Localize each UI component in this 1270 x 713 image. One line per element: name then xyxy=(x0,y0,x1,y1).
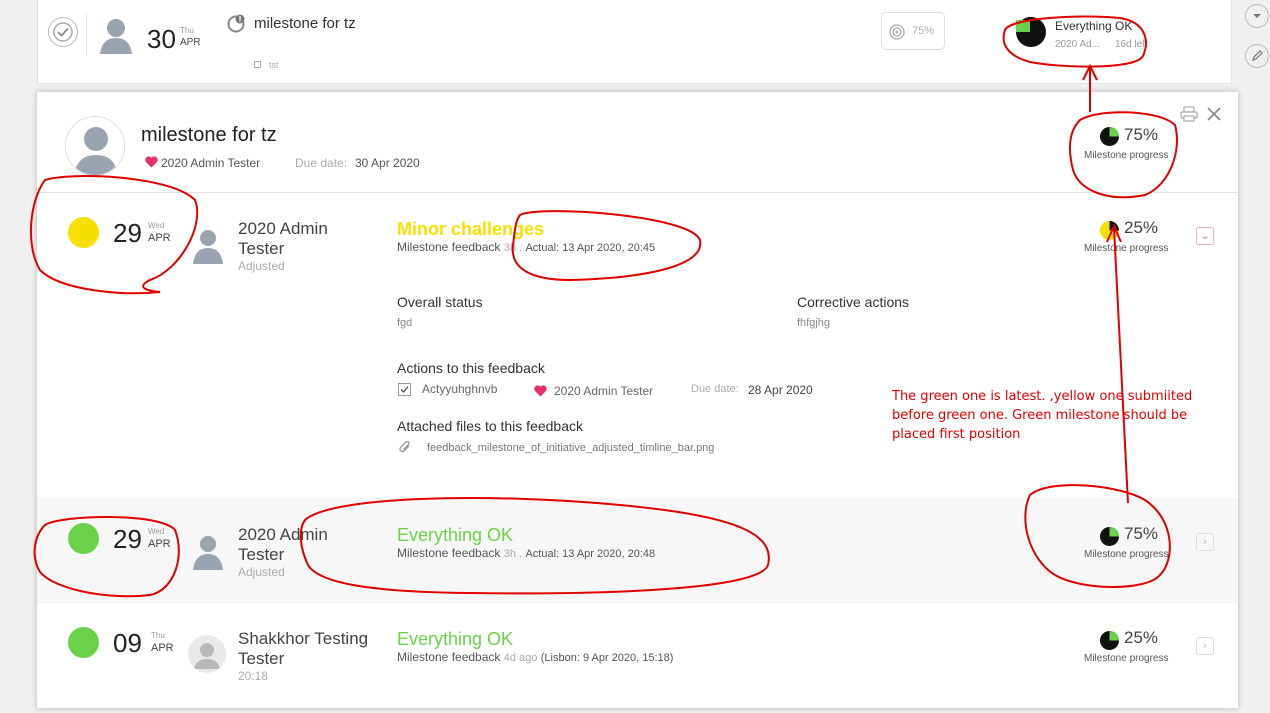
heart-icon xyxy=(145,155,158,173)
feedback-progress-label: Milestone progress xyxy=(1084,549,1169,560)
status-dot xyxy=(68,217,99,248)
row-status: Everything OK xyxy=(1055,19,1133,33)
feedback-author: 2020 Admin Tester xyxy=(238,525,328,564)
due-label: Due date: xyxy=(295,156,348,170)
corrective-actions-label: Corrective actions xyxy=(797,294,910,310)
target-icon xyxy=(889,24,905,45)
feedback-type: Milestone feedback xyxy=(397,650,501,664)
feedback-type: Milestone feedback xyxy=(397,240,501,254)
percent-value: 75% xyxy=(912,25,935,37)
action-name[interactable]: Actyyuhghnvb xyxy=(422,382,497,396)
subtask-label: tst xyxy=(269,60,279,70)
feedback-progress-label: Milestone progress xyxy=(1084,653,1169,664)
divider xyxy=(37,602,1238,603)
row-weekday: Thu xyxy=(180,26,194,35)
chevron-right-icon[interactable]: › xyxy=(1196,637,1214,655)
annotation-note: The green one is latest. ,yellow one sub… xyxy=(892,389,1193,442)
progress-pie-icon xyxy=(1099,126,1120,152)
panel-progress-value: 75% xyxy=(1124,125,1159,144)
close-icon[interactable] xyxy=(1206,106,1222,127)
row-owner: 2020 Ad... xyxy=(1055,39,1101,50)
status-pie-icon xyxy=(1015,16,1047,53)
feedback-type: Milestone feedback xyxy=(397,546,501,560)
avatar xyxy=(192,532,224,570)
feedback-month: APR xyxy=(148,538,171,550)
feedback-ago: 3h . xyxy=(503,548,523,560)
feedback-author: Shakkhor Testing Tester xyxy=(238,629,369,668)
feedback-role: 20:18 xyxy=(238,669,269,683)
feedback-meta: Milestone feedback 3h . Actual: 13 Apr 2… xyxy=(397,240,655,254)
alert-clock-icon xyxy=(226,14,246,39)
action-due-value: 28 Apr 2020 xyxy=(748,383,813,397)
percent-box: 75% xyxy=(881,12,945,50)
feedback-ago: 4d ago xyxy=(503,652,538,664)
chevron-down-icon[interactable] xyxy=(1245,4,1269,28)
row-title[interactable]: milestone for tz xyxy=(254,15,356,32)
feedback-author: 2020 Admin Tester xyxy=(238,219,328,258)
feedback-role: Adjusted xyxy=(238,259,285,273)
check-circle-icon[interactable] xyxy=(48,17,78,47)
feedback-month: APR xyxy=(148,232,171,244)
feedback-progress: 25% xyxy=(1124,218,1159,237)
attached-file-link[interactable]: feedback_milestone_of_initiative_adjuste… xyxy=(427,442,714,454)
subtask-checkbox[interactable] xyxy=(254,61,261,68)
feedback-status: Everything OK xyxy=(397,525,514,545)
feedback-meta: Milestone feedback 4d ago (Lisbon: 9 Apr… xyxy=(397,650,673,664)
feedback-day: 09 xyxy=(113,628,142,658)
paperclip-icon xyxy=(398,440,412,459)
heart-icon xyxy=(534,384,547,402)
row-month: APR xyxy=(180,37,201,48)
row-days-left: 16d left xyxy=(1115,39,1148,50)
due-value: 30 Apr 2020 xyxy=(355,156,420,170)
feedback-status: Everything OK xyxy=(397,629,514,649)
feedback-weekday: Wed xyxy=(148,527,165,536)
feedback-weekday: Thu xyxy=(151,631,165,640)
avatar xyxy=(65,116,125,176)
action-owner: 2020 Admin Tester xyxy=(554,384,654,398)
attached-files-label: Attached files to this feedback xyxy=(397,418,583,434)
panel-progress-label: Milestone progress xyxy=(1084,150,1169,161)
corrective-actions-value: fhfgjhg xyxy=(797,317,831,329)
feedback-day: 29 xyxy=(113,524,142,554)
print-icon[interactable] xyxy=(1180,106,1198,127)
overall-status-value: fgd xyxy=(397,317,413,329)
feedback-status: Minor challenges xyxy=(397,219,545,239)
feedback-role: Adjusted xyxy=(238,565,285,579)
panel-owner: 2020 Admin Tester xyxy=(161,156,261,170)
divider xyxy=(37,192,1238,193)
feedback-month: APR xyxy=(151,642,174,654)
status-dot xyxy=(68,627,99,658)
feedback-weekday: Wed xyxy=(148,221,165,230)
feedback-progress: 75% xyxy=(1124,524,1159,543)
feedback-day: 29 xyxy=(113,218,142,248)
status-dot xyxy=(68,523,99,554)
row-day: 30 xyxy=(147,24,176,54)
avatar xyxy=(192,226,224,264)
page-title: milestone for tz xyxy=(141,124,277,146)
pencil-icon[interactable] xyxy=(1245,44,1269,68)
feedback-meta: Milestone feedback 3h . Actual: 13 Apr 2… xyxy=(397,546,655,560)
feedback-actual: Actual: 13 Apr 2020, 20:48 xyxy=(525,548,656,560)
action-due-label: Due date: xyxy=(691,383,739,395)
feedback-progress: 25% xyxy=(1124,628,1159,647)
overall-status-label: Overall status xyxy=(397,294,483,310)
feedback-actual: Actual: 13 Apr 2020, 20:45 xyxy=(525,242,656,254)
actions-label: Actions to this feedback xyxy=(397,360,545,376)
chevron-down-icon[interactable]: ⌄ xyxy=(1196,227,1214,245)
feedback-ago: 3h . xyxy=(503,242,523,254)
feedback-actual: (Lisbon: 9 Apr 2020, 15:18) xyxy=(540,652,674,664)
feedback-progress-label: Milestone progress xyxy=(1084,243,1169,254)
avatar xyxy=(98,14,134,54)
avatar xyxy=(188,635,226,673)
checkbox-icon[interactable] xyxy=(398,383,411,401)
divider xyxy=(86,12,87,56)
chevron-right-icon[interactable]: › xyxy=(1196,533,1214,551)
milestone-row[interactable]: 30 Thu APR milestone for tz tst 75% Ever… xyxy=(37,0,1232,84)
